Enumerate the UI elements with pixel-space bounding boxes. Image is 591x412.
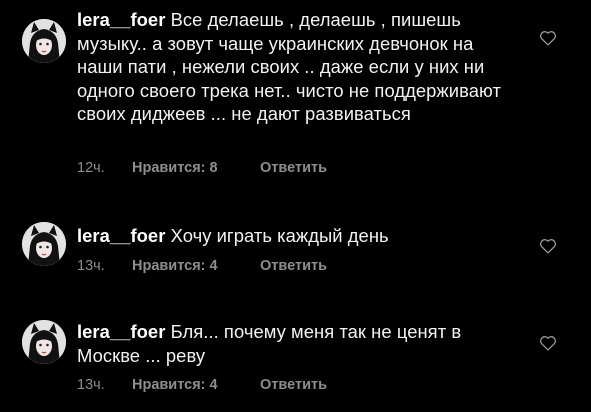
- comment-body: lera__foer Все делаешь , делаешь , пишеш…: [77, 8, 522, 126]
- reply-button[interactable]: Ответить: [260, 258, 327, 274]
- heart-outline-icon[interactable]: [539, 30, 557, 46]
- comment-time: 13ч.: [77, 377, 105, 393]
- avatar[interactable]: [22, 222, 66, 266]
- cat-ears-girl-avatar-icon: [22, 320, 66, 364]
- comment-time: 13ч.: [77, 258, 105, 274]
- reply-button[interactable]: Ответить: [260, 160, 327, 176]
- avatar[interactable]: [22, 19, 66, 63]
- cat-ears-girl-avatar-icon: [22, 19, 66, 63]
- comment-likes-count[interactable]: Нравится: 4: [132, 377, 260, 393]
- comment-text: Хочу играть каждый день: [170, 225, 389, 246]
- reply-button[interactable]: Ответить: [260, 377, 327, 393]
- comment-time: 12ч.: [77, 160, 105, 176]
- comment-likes-count[interactable]: Нравится: 8: [132, 160, 260, 176]
- avatar[interactable]: [22, 320, 66, 364]
- comment-meta: 13ч. Нравится: 4 Ответить: [77, 377, 327, 393]
- comment-likes-count[interactable]: Нравится: 4: [132, 258, 260, 274]
- comment-username[interactable]: lera__foer: [77, 9, 165, 30]
- comment-username[interactable]: lera__foer: [77, 321, 165, 342]
- comment-body: lera__foer Бля... почему меня так не цен…: [77, 320, 522, 367]
- comment-username[interactable]: lera__foer: [77, 225, 165, 246]
- comment-meta: 12ч. Нравится: 8 Ответить: [77, 160, 327, 176]
- comment-meta: 13ч. Нравится: 4 Ответить: [77, 258, 327, 274]
- cat-ears-girl-avatar-icon: [22, 222, 66, 266]
- comment-body: lera__foer Хочу играть каждый день: [77, 224, 522, 248]
- heart-outline-icon[interactable]: [539, 335, 557, 351]
- heart-outline-icon[interactable]: [539, 238, 557, 254]
